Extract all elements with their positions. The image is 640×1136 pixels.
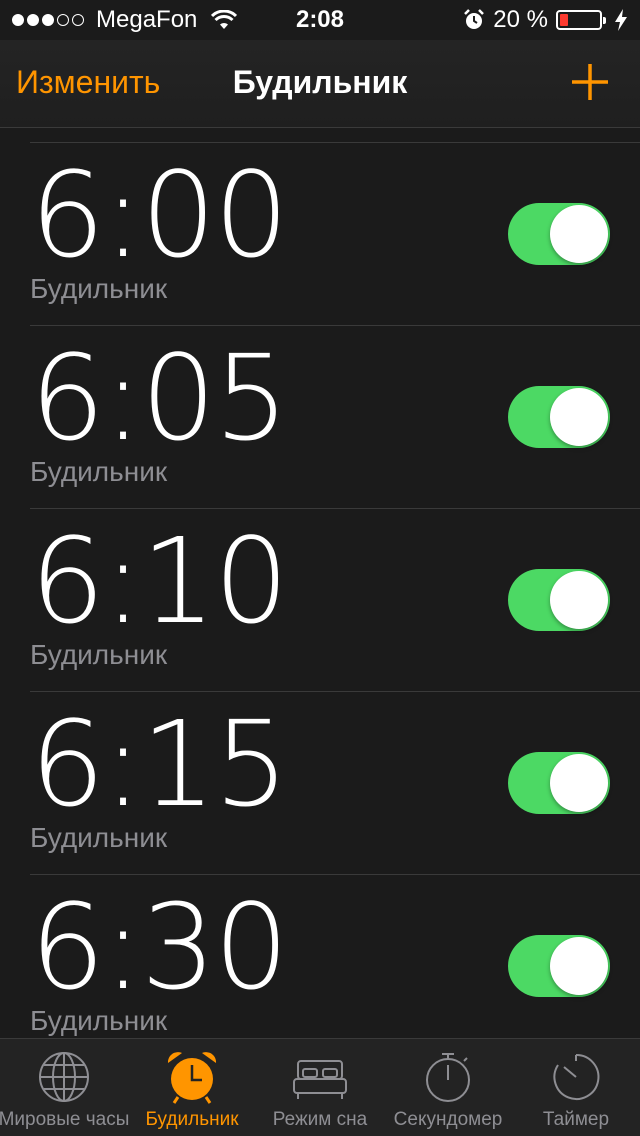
status-left: MegaFon xyxy=(12,6,238,34)
stopwatch-icon xyxy=(426,1053,470,1102)
toggle-knob xyxy=(550,571,608,629)
tab-world-clock[interactable]: Мировые часы xyxy=(0,1039,130,1136)
alarm-row[interactable]: 6:10 Будильник xyxy=(30,508,640,691)
alarm-time: 6:05 xyxy=(30,329,289,467)
toggle-knob xyxy=(550,937,608,995)
battery-icon xyxy=(556,10,606,30)
tab-timer[interactable]: Таймер xyxy=(512,1039,640,1136)
alarm-clock-icon xyxy=(167,1052,217,1104)
carrier-name: MegaFon xyxy=(96,6,198,33)
timer-icon xyxy=(553,1053,600,1100)
battery-fill xyxy=(560,14,568,26)
alarm-toggle[interactable] xyxy=(508,569,610,631)
alarm-label: Будильник xyxy=(30,822,168,853)
signal-dots-icon xyxy=(12,14,84,26)
tab-label: Будильник xyxy=(145,1109,239,1130)
alarm-clock-icon xyxy=(464,9,485,29)
tab-stopwatch[interactable]: Секундомер xyxy=(384,1039,512,1136)
alarm-time: 6:10 xyxy=(30,512,289,650)
globe-icon xyxy=(39,1052,89,1102)
tab-bar: Мировые часы Будильник Режим сна Секундо… xyxy=(0,1038,640,1136)
alarm-toggle[interactable] xyxy=(508,935,610,997)
add-alarm-button[interactable] xyxy=(570,62,610,102)
alarm-label: Будильник xyxy=(30,456,168,487)
alarm-list: 6:00 Будильник 6:05 Будильник 6:10 Будил… xyxy=(0,128,640,1038)
tab-alarm[interactable]: Будильник xyxy=(128,1039,256,1136)
tab-label: Секундомер xyxy=(393,1109,503,1130)
alarm-label: Будильник xyxy=(30,1005,168,1036)
alarm-toggle[interactable] xyxy=(508,203,610,265)
alarm-label: Будильник xyxy=(30,639,168,670)
tab-label: Режим сна xyxy=(272,1109,368,1130)
alarm-time: 6:00 xyxy=(30,146,289,284)
alarm-row[interactable]: 6:15 Будильник xyxy=(30,691,640,874)
alarm-row[interactable]: 6:00 Будильник xyxy=(30,142,640,325)
status-right: 20 % xyxy=(463,6,628,34)
toggle-knob xyxy=(550,205,608,263)
charging-bolt-icon xyxy=(615,9,627,31)
alarm-toggle[interactable] xyxy=(508,752,610,814)
wifi-icon xyxy=(211,10,238,29)
tab-label: Мировые часы xyxy=(0,1109,130,1130)
plus-icon xyxy=(572,64,608,100)
status-bar: MegaFon 20 % xyxy=(0,0,640,40)
bed-icon xyxy=(293,1060,347,1099)
alarm-screen: MegaFon 20 % 2:08 Изменить Будильник 6:0… xyxy=(0,0,640,1136)
alarm-time: 6:15 xyxy=(30,695,289,833)
alarm-row[interactable]: 6:05 Будильник xyxy=(30,325,640,508)
toggle-knob xyxy=(550,754,608,812)
battery-percent: 20 % xyxy=(493,6,548,33)
alarm-label: Будильник xyxy=(30,273,168,304)
nav-bar: Изменить Будильник xyxy=(0,40,640,128)
tab-bedtime[interactable]: Режим сна xyxy=(256,1039,384,1136)
tab-label: Таймер xyxy=(542,1109,610,1130)
toggle-knob xyxy=(550,388,608,446)
alarm-time: 6:30 xyxy=(30,878,289,1016)
alarm-toggle[interactable] xyxy=(508,386,610,448)
alarm-row[interactable]: 6:30 Будильник xyxy=(30,874,640,1038)
page-title: Будильник xyxy=(232,64,408,100)
